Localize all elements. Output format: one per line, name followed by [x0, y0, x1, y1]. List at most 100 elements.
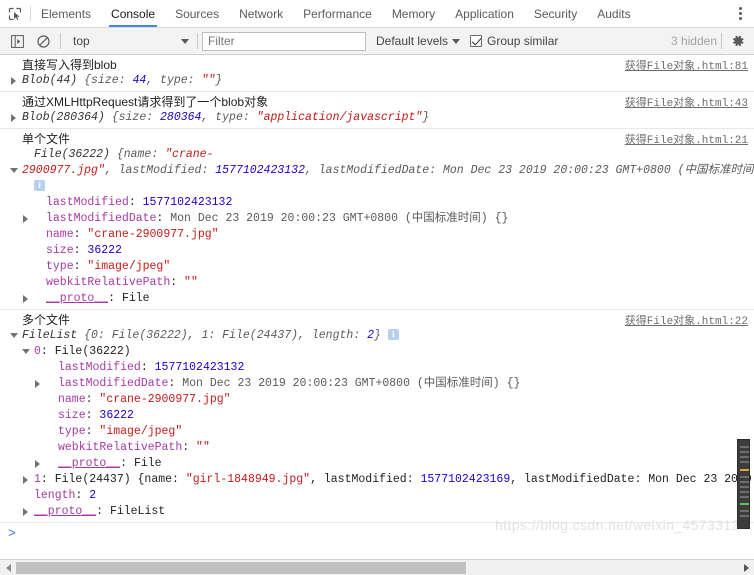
expand-triangle-icon[interactable]: [22, 214, 31, 223]
object-property-row[interactable]: webkitRelativePath: "": [0, 440, 754, 456]
object-string: 2900977.jpg": [22, 164, 105, 177]
file-preview-line-2[interactable]: 2900977.jpg", lastModified: 157710242313…: [0, 163, 754, 179]
object-text: {0: File(36222), 1: File(24437), length:: [84, 329, 368, 342]
tab-audits[interactable]: Audits: [587, 0, 640, 27]
console-object-preview[interactable]: Blob(280364) {size: 280364, type: "appli…: [0, 110, 754, 126]
console-input[interactable]: [22, 526, 754, 542]
object-string: "": [201, 74, 216, 87]
property-sep: :: [96, 505, 110, 518]
tab-label: Security: [533, 6, 578, 21]
collapse-triangle-icon[interactable]: [10, 331, 19, 340]
tab-elements[interactable]: Elements: [31, 0, 101, 27]
tab-sources[interactable]: Sources: [165, 0, 229, 27]
object-date: Mon Dec 23 2019 20:00:23 GMT+0800 (: [443, 164, 685, 177]
console-message[interactable]: 直接写入得到blob 获得File对象.html:81 Blob(44) {si…: [0, 55, 754, 92]
object-property-row[interactable]: webkitRelativePath: "": [0, 275, 754, 291]
expand-triangle-icon[interactable]: [22, 507, 31, 516]
inspect-element-icon[interactable]: [0, 0, 30, 27]
filelist-preview-row[interactable]: FileList {0: File(36222), 1: File(24437)…: [0, 328, 754, 344]
execution-context-select[interactable]: top: [65, 31, 193, 51]
object-string: "application/javascript": [256, 111, 423, 124]
filelist-item-0-row[interactable]: 0: File(36222): [0, 344, 754, 360]
array-item-date: , lastModifiedDate: Mon Dec 23 2019 20: [510, 473, 754, 486]
property-sep: :: [73, 228, 88, 241]
object-property-row[interactable]: name: "crane-2900977.jpg": [0, 392, 754, 408]
toolbar-divider-1: [60, 33, 61, 49]
property-sep: :: [85, 409, 100, 422]
devtools-tab-list: Elements Console Sources Network Perform…: [31, 0, 641, 27]
object-property-row[interactable]: type: "image/jpeg": [0, 259, 754, 275]
filelist-item-1-row[interactable]: 1: File(24437) {name: "girl-1848949.jpg"…: [0, 472, 754, 488]
log-levels-select[interactable]: Default levels: [376, 34, 461, 48]
clear-console-icon[interactable]: [30, 30, 56, 52]
console-message-text: 直接写入得到blob: [22, 58, 117, 72]
group-similar-toggle[interactable]: Group similar: [470, 34, 558, 48]
console-prompt[interactable]: >: [0, 523, 754, 559]
expand-triangle-icon[interactable]: [34, 459, 43, 468]
object-ctor: Blob(44): [22, 74, 85, 87]
object-property-row[interactable]: lastModified: 1577102423132: [0, 195, 754, 211]
gear-icon[interactable]: [726, 30, 750, 52]
info-icon[interactable]: i: [387, 329, 399, 341]
console-source-link[interactable]: 获得File对象.html:43: [615, 94, 748, 110]
console-message-header: 通过XMLHttpRequest请求得到了一个blob对象 获得File对象.h…: [0, 94, 754, 110]
kebab-menu-icon[interactable]: [726, 0, 754, 28]
property-name: __proto__: [34, 505, 97, 518]
object-property-row[interactable]: size: 36222: [0, 408, 754, 424]
property-sep: :: [156, 212, 171, 225]
tab-memory[interactable]: Memory: [382, 0, 445, 27]
object-property-row[interactable]: lastModifiedDate: Mon Dec 23 2019 20:00:…: [0, 211, 754, 227]
scrollbar-thumb[interactable]: [16, 562, 466, 574]
tab-application[interactable]: Application: [445, 0, 524, 27]
console-source-link[interactable]: 获得File对象.html:81: [615, 57, 748, 73]
horizontal-scrollbar[interactable]: [0, 559, 754, 575]
tab-console[interactable]: Console: [101, 0, 165, 27]
console-source-link[interactable]: 获得File对象.html:22: [615, 312, 748, 328]
scrollbar-track[interactable]: [16, 560, 738, 575]
console-message-text: 多个文件: [22, 313, 71, 327]
expand-triangle-icon[interactable]: [34, 379, 43, 388]
expand-triangle-icon[interactable]: [22, 294, 31, 303]
object-property-row[interactable]: type: "image/jpeg": [0, 424, 754, 440]
object-text: {size:: [84, 74, 133, 87]
collapse-triangle-icon[interactable]: [10, 166, 19, 175]
info-icon[interactable]: i: [34, 180, 45, 192]
expand-triangle-icon[interactable]: [22, 475, 31, 484]
property-sep: :: [120, 457, 134, 470]
object-property-row[interactable]: name: "crane-2900977.jpg": [0, 227, 754, 243]
expand-triangle-icon[interactable]: [10, 113, 19, 122]
console-message-header: 直接写入得到blob 获得File对象.html:81: [0, 57, 754, 73]
filelist-length-row[interactable]: length: 2: [0, 488, 754, 504]
collapse-triangle-icon[interactable]: [22, 347, 31, 356]
console-message[interactable]: 通过XMLHttpRequest请求得到了一个blob对象 获得File对象.h…: [0, 92, 754, 129]
log-levels-label: Default levels: [376, 34, 449, 48]
console-message-multi-file[interactable]: 多个文件 获得File对象.html:22 FileList {0: File(…: [0, 310, 754, 523]
tab-network[interactable]: Network: [229, 0, 293, 27]
filter-input[interactable]: [202, 31, 366, 51]
group-similar-checkbox[interactable]: [470, 35, 483, 47]
show-console-sidebar-icon[interactable]: [4, 30, 30, 52]
property-name: __proto__: [46, 292, 109, 305]
scroll-right-arrow-icon[interactable]: [738, 560, 754, 575]
console-object-preview[interactable]: Blob(44) {size: 44, type: ""}: [0, 73, 754, 89]
object-property-row[interactable]: lastModifiedDate: Mon Dec 23 2019 20:00:…: [0, 376, 754, 392]
property-value: 1577102423132: [154, 361, 245, 374]
tab-label: Application: [455, 6, 514, 21]
filelist-proto-row[interactable]: __proto__: FileList: [0, 504, 754, 520]
object-property-row[interactable]: size: 36222: [0, 243, 754, 259]
console-source-link[interactable]: 获得File对象.html:21: [615, 131, 748, 147]
property-value: 36222: [87, 244, 122, 257]
object-property-row[interactable]: lastModified: 1577102423132: [0, 360, 754, 376]
console-message-text: 通过XMLHttpRequest请求得到了一个blob对象: [22, 95, 269, 109]
property-sep: :: [85, 393, 100, 406]
console-message-list[interactable]: 直接写入得到blob 获得File对象.html:81 Blob(44) {si…: [0, 55, 754, 559]
scroll-left-arrow-icon[interactable]: [0, 560, 16, 575]
console-message-single-file[interactable]: 单个文件 获得File对象.html:21 File(36222) {name:…: [0, 129, 754, 310]
tab-security[interactable]: Security: [524, 0, 587, 27]
scroll-minimap[interactable]: [737, 439, 750, 529]
expand-triangle-icon[interactable]: [10, 76, 19, 85]
object-proto-row[interactable]: __proto__: File: [0, 456, 754, 472]
tab-performance[interactable]: Performance: [293, 0, 382, 27]
object-text: {name:: [116, 148, 166, 161]
object-proto-row[interactable]: __proto__: File: [0, 291, 754, 307]
